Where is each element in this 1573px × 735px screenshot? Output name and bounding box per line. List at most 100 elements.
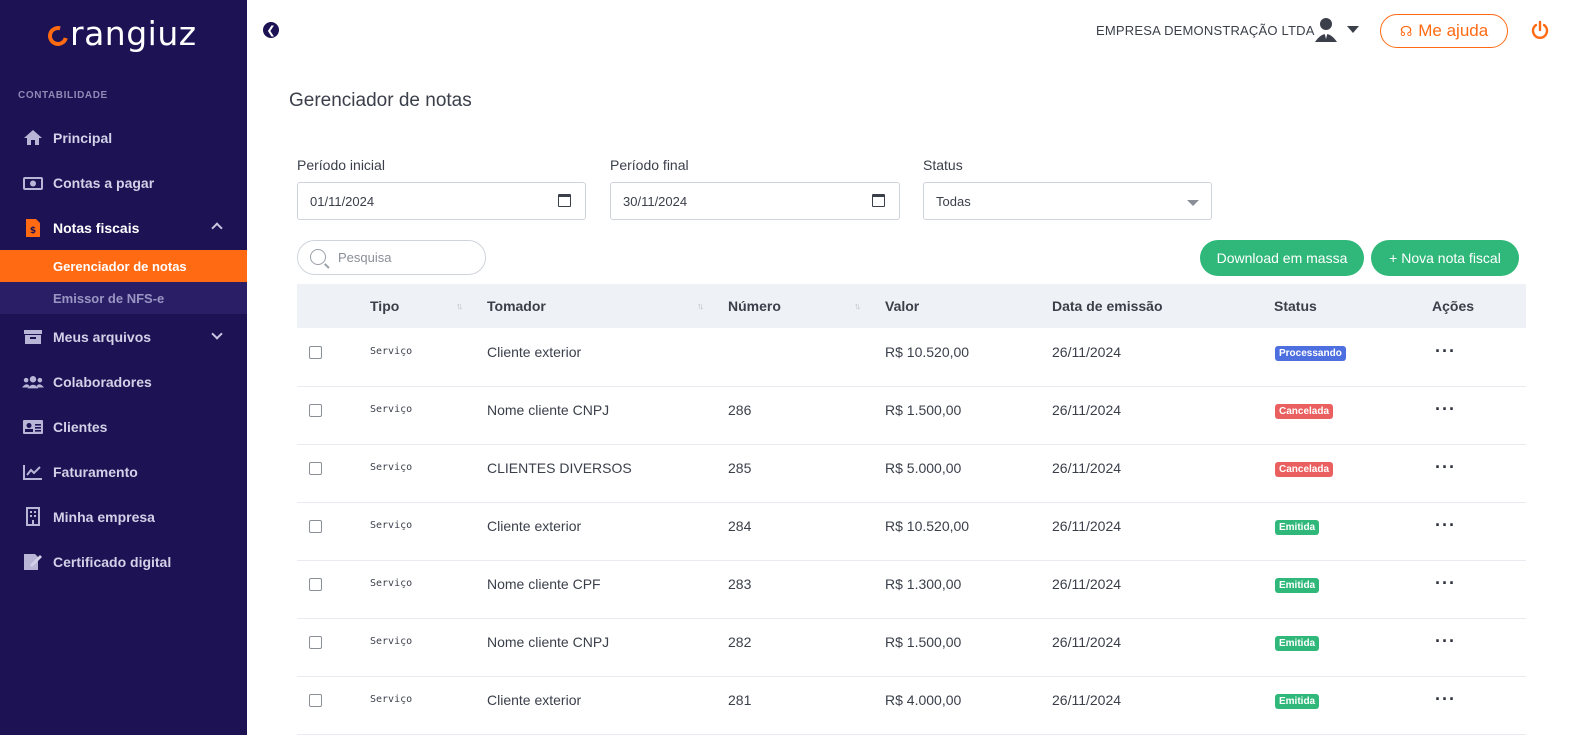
- row-actions-menu-icon[interactable]: ···: [1435, 341, 1456, 362]
- cell-tipo: Serviço: [370, 636, 413, 647]
- sidebar-item-meus-arquivos[interactable]: Meus arquivos: [0, 314, 247, 359]
- sidebar-item-certificado-digital[interactable]: Certificado digital: [0, 539, 247, 584]
- status-badge: Cancelada: [1275, 462, 1334, 477]
- row-checkbox[interactable]: [309, 520, 322, 533]
- cell-valor: R$ 1.500,00: [885, 634, 962, 650]
- row-checkbox[interactable]: [309, 694, 322, 707]
- row-actions-menu-icon[interactable]: ···: [1435, 689, 1456, 710]
- status-select-value: Todas: [936, 193, 971, 209]
- sort-icon[interactable]: ↑↓: [456, 301, 463, 311]
- home-icon: [22, 129, 44, 147]
- page-title: Gerenciador de notas: [289, 90, 472, 111]
- status-filter-label: Status: [923, 157, 963, 173]
- row-actions-menu-icon[interactable]: ···: [1435, 631, 1456, 652]
- end-date-value: 30/11/2024: [623, 193, 688, 209]
- cell-data-emissao: 26/11/2024: [1052, 692, 1122, 708]
- sidebar-item-label: Contas a pagar: [53, 174, 155, 191]
- cell-tipo: Serviço: [370, 404, 413, 415]
- new-invoice-button[interactable]: + Nova nota fiscal: [1371, 240, 1519, 276]
- svg-text:$: $: [30, 226, 36, 236]
- cell-tomador: Nome cliente CPF: [487, 576, 601, 592]
- status-select[interactable]: Todas: [923, 182, 1212, 220]
- cell-tomador: Cliente exterior: [487, 692, 582, 708]
- cell-numero: 284: [728, 518, 752, 534]
- sidebar-subitem-gerenciador-de-notas[interactable]: Gerenciador de notas: [0, 250, 247, 282]
- sidebar-item-label: Notas fiscais: [53, 219, 140, 236]
- column-header-numero[interactable]: Número: [728, 298, 781, 314]
- headset-icon: ☊: [1399, 22, 1413, 39]
- sidebar-item-contas-a-pagar[interactable]: Contas a pagar: [0, 160, 247, 205]
- sidebar-section-label: CONTABILIDADE: [18, 90, 108, 101]
- collapse-sidebar-button[interactable]: ❮: [263, 22, 279, 38]
- sidebar-item-label: Principal: [53, 129, 113, 146]
- user-avatar-icon[interactable]: [1313, 16, 1339, 42]
- id-card-icon: [22, 418, 44, 436]
- column-header-data-emissao: Data de emissão: [1052, 298, 1163, 314]
- sidebar-item-colaboradores[interactable]: Colaboradores: [0, 359, 247, 404]
- calendar-icon[interactable]: [872, 194, 885, 207]
- cell-tomador: CLIENTES DIVERSOS: [487, 460, 632, 476]
- cell-numero: 283: [728, 576, 752, 592]
- building-icon: [22, 507, 44, 526]
- sidebar-subitem-emissor-nfse[interactable]: Emissor de NFS-e: [0, 282, 247, 314]
- cell-numero: 281: [728, 692, 752, 708]
- table-row: Serviço CLIENTES DIVERSOS 285 R$ 5.000,0…: [297, 445, 1526, 503]
- cell-data-emissao: 26/11/2024: [1052, 344, 1122, 360]
- cell-tipo: Serviço: [370, 462, 413, 473]
- row-actions-menu-icon[interactable]: ···: [1435, 515, 1456, 536]
- sidebar-item-principal[interactable]: Principal: [0, 115, 247, 160]
- sidebar-item-label: Faturamento: [53, 463, 138, 480]
- cell-valor: R$ 1.500,00: [885, 402, 962, 418]
- column-header-tipo[interactable]: Tipo: [370, 298, 399, 314]
- table-row: Serviço Nome cliente CNPJ 282 R$ 1.500,0…: [297, 619, 1526, 677]
- status-badge: Processando: [1275, 346, 1346, 361]
- cell-data-emissao: 26/11/2024: [1052, 518, 1122, 534]
- calendar-icon[interactable]: [558, 194, 571, 207]
- cell-tomador: Cliente exterior: [487, 518, 582, 534]
- start-date-input[interactable]: 01/11/2024: [297, 182, 586, 220]
- user-menu-caret-icon[interactable]: [1347, 26, 1359, 33]
- sidebar-item-minha-empresa[interactable]: Minha empresa: [0, 494, 247, 539]
- end-date-label: Período final: [610, 157, 689, 173]
- bulk-download-button[interactable]: Download em massa: [1200, 240, 1364, 276]
- row-checkbox[interactable]: [309, 404, 322, 417]
- sidebar-item-label: Meus arquivos: [53, 328, 152, 345]
- row-checkbox[interactable]: [309, 462, 322, 475]
- cell-data-emissao: 26/11/2024: [1052, 634, 1122, 650]
- cell-tipo: Serviço: [370, 520, 413, 531]
- status-badge: Emitida: [1275, 578, 1320, 593]
- status-badge: Cancelada: [1275, 404, 1334, 419]
- table-row: Serviço Cliente exterior 284 R$ 10.520,0…: [297, 503, 1526, 561]
- cell-numero: 282: [728, 634, 752, 650]
- sort-icon[interactable]: ↑↓: [697, 301, 704, 311]
- chevron-up-icon: [211, 222, 223, 234]
- sidebar-item-label: Certificado digital: [53, 553, 172, 570]
- help-button[interactable]: ☊ Me ajuda: [1380, 14, 1508, 48]
- column-header-acoes: Ações: [1432, 298, 1475, 314]
- cell-valor: R$ 4.000,00: [885, 692, 962, 708]
- column-header-tomador[interactable]: Tomador: [487, 298, 546, 314]
- logo[interactable]: rangiuz: [44, 14, 197, 53]
- sidebar-item-notas-fiscais[interactable]: $ Notas fiscais: [0, 205, 247, 250]
- power-icon[interactable]: [1530, 20, 1550, 40]
- row-checkbox[interactable]: [309, 346, 322, 359]
- search-icon: [310, 249, 326, 265]
- search-input[interactable]: Pesquisa: [297, 240, 486, 275]
- table-row: Serviço Nome cliente CPF 283 R$ 1.300,00…: [297, 561, 1526, 619]
- sort-icon[interactable]: ↑↓: [854, 301, 861, 311]
- end-date-input[interactable]: 30/11/2024: [610, 182, 900, 220]
- sidebar-item-clientes[interactable]: Clientes: [0, 404, 247, 449]
- row-actions-menu-icon[interactable]: ···: [1435, 457, 1456, 478]
- invoice-icon: $: [22, 218, 44, 237]
- cell-data-emissao: 26/11/2024: [1052, 576, 1122, 592]
- cell-tipo: Serviço: [370, 578, 413, 589]
- row-actions-menu-icon[interactable]: ···: [1435, 399, 1456, 420]
- sidebar-item-faturamento[interactable]: Faturamento: [0, 449, 247, 494]
- sidebar-nav: Principal Contas a pagar $ Notas fiscais…: [0, 115, 247, 584]
- row-checkbox[interactable]: [309, 578, 322, 591]
- row-actions-menu-icon[interactable]: ···: [1435, 573, 1456, 594]
- row-checkbox[interactable]: [309, 636, 322, 649]
- search-placeholder: Pesquisa: [338, 250, 392, 265]
- chevron-left-icon: ❮: [266, 24, 276, 37]
- cell-data-emissao: 26/11/2024: [1052, 402, 1122, 418]
